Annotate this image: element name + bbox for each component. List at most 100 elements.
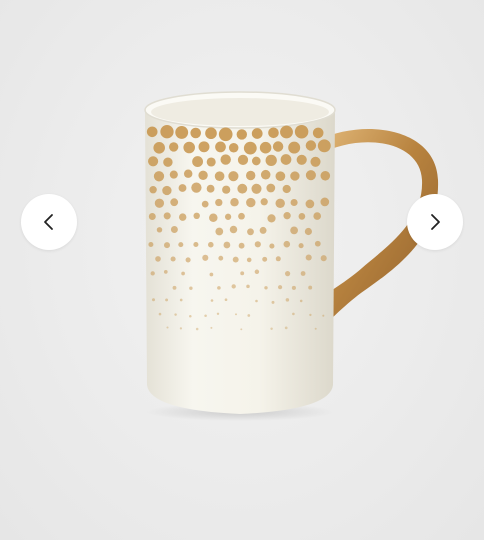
gold-dot xyxy=(262,256,268,262)
gold-dot xyxy=(198,141,210,153)
gold-dot xyxy=(214,171,225,182)
gold-dot xyxy=(169,142,179,152)
gold-dot xyxy=(170,226,178,233)
gold-dot xyxy=(309,313,312,317)
gold-dot xyxy=(247,314,251,317)
gold-dot xyxy=(209,272,214,277)
gold-dot xyxy=(255,299,258,303)
gold-dot xyxy=(270,327,273,330)
gold-dot xyxy=(165,298,169,302)
gold-dot xyxy=(246,257,252,263)
gold-dot xyxy=(238,212,245,220)
gold-dot xyxy=(208,241,214,248)
gold-dot xyxy=(230,197,239,207)
gold-dot xyxy=(267,214,276,223)
gold-dot xyxy=(166,326,169,329)
gold-dot xyxy=(320,197,330,207)
gold-dot xyxy=(320,255,327,262)
gold-dot xyxy=(153,171,165,182)
product-image-gallery xyxy=(0,0,484,540)
gold-dot xyxy=(259,226,267,234)
gold-dot xyxy=(191,182,202,193)
gold-dot xyxy=(163,270,168,274)
gold-dot xyxy=(240,328,243,331)
gold-dot xyxy=(290,198,298,207)
gold-dot xyxy=(298,243,304,249)
gold-dot xyxy=(148,156,159,167)
gold-dot xyxy=(170,198,179,207)
gold-dot xyxy=(174,313,177,316)
gold-dot xyxy=(201,200,209,208)
gold-dot xyxy=(254,241,261,248)
gold-dot xyxy=(218,255,224,261)
gold-dot xyxy=(172,285,177,290)
gold-dot xyxy=(224,213,232,220)
gold-dot xyxy=(193,241,199,248)
gold-dot xyxy=(322,314,325,317)
gold-dot xyxy=(189,286,193,290)
gold-dot xyxy=(223,241,231,249)
gold-dot xyxy=(178,242,184,248)
gold-dot xyxy=(243,141,257,155)
gold-dot xyxy=(228,142,239,153)
gold-dot xyxy=(148,213,156,220)
gold-dot xyxy=(285,298,290,302)
gold-dot xyxy=(300,271,306,276)
gold-dot xyxy=(215,227,224,236)
gold-dot xyxy=(163,212,171,220)
gold-dot xyxy=(251,156,261,166)
gold-dot xyxy=(206,184,215,193)
gold-dot xyxy=(185,257,191,263)
gold-dot xyxy=(220,154,231,165)
gold-dot xyxy=(305,199,315,209)
next-image-button[interactable] xyxy=(407,194,463,250)
gold-dot xyxy=(146,126,158,138)
gold-dot xyxy=(183,169,193,178)
gold-dot xyxy=(269,243,275,249)
gold-dot xyxy=(205,127,217,140)
gold-dot xyxy=(283,240,291,248)
gold-dot xyxy=(237,183,248,194)
gold-dot xyxy=(218,127,233,142)
gold-dot xyxy=(246,284,250,289)
gold-dot xyxy=(314,240,321,247)
gold-dot xyxy=(216,312,220,316)
gold-dot xyxy=(275,198,285,209)
gold-dot xyxy=(314,327,317,330)
previous-image-button[interactable] xyxy=(21,194,77,250)
gold-dot xyxy=(264,286,268,290)
gold-dot xyxy=(204,314,207,317)
gold-dot xyxy=(291,285,296,290)
gold-dot xyxy=(210,299,214,302)
gold-dot xyxy=(305,170,316,181)
gold-dot xyxy=(290,226,298,235)
gold-dot xyxy=(150,271,155,276)
gold-dot xyxy=(179,327,183,330)
gold-dot xyxy=(151,298,156,302)
gold-dot xyxy=(156,227,163,233)
gold-dot xyxy=(298,213,306,220)
gold-dot xyxy=(202,254,209,261)
gold-dot xyxy=(148,242,154,247)
gold-dot xyxy=(181,271,185,276)
gold-dot xyxy=(254,269,260,275)
chevron-left-icon xyxy=(44,214,53,230)
gold-dot xyxy=(268,127,279,139)
gold-dot xyxy=(189,314,192,318)
gold-dot xyxy=(259,141,272,154)
gold-dot xyxy=(305,254,312,261)
gold-dot xyxy=(272,141,284,152)
gold-dot xyxy=(193,212,200,220)
gold-dot xyxy=(320,171,331,181)
gold-dot xyxy=(310,156,321,167)
gold-dot xyxy=(190,127,201,139)
gold-dot xyxy=(162,185,172,196)
gold-dot xyxy=(247,228,254,236)
gold-dot xyxy=(260,198,268,206)
gold-dot xyxy=(296,154,307,165)
gold-dot xyxy=(228,171,239,182)
gold-dot xyxy=(169,170,178,179)
gold-dot xyxy=(149,186,157,194)
gold-dot xyxy=(283,212,291,220)
gold-dot xyxy=(278,285,283,290)
